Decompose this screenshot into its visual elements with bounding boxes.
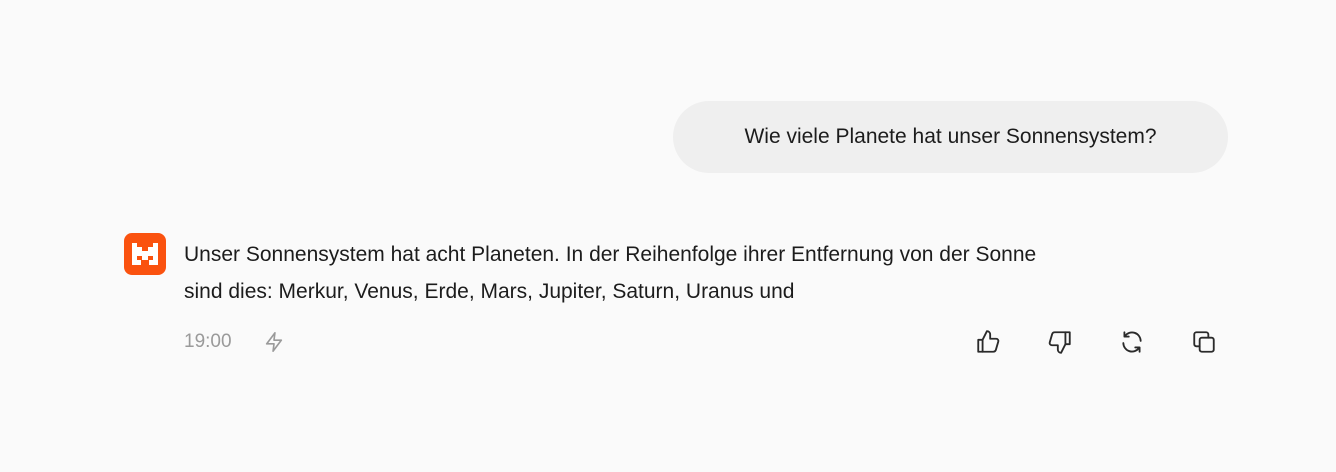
assistant-avatar [124,233,166,275]
chat-window: Wie viele Planete hat unser Sonnensystem… [0,0,1336,472]
assistant-message-line: Unser Sonnensystem hat acht Planeten. In… [184,243,1037,266]
mistral-logo-icon [132,243,158,265]
message-actions [972,326,1220,358]
thumbs-up-button[interactable] [972,326,1004,358]
refresh-icon [1122,331,1142,353]
thumbs-up-icon [977,330,1000,353]
thumbs-down-icon [1048,331,1071,354]
lightning-icon [258,326,290,358]
assistant-message-line: sind dies: Merkur, Venus, Erde, Mars, Ju… [184,280,795,303]
user-message-text: Wie viele Planete hat unser Sonnensystem… [744,125,1157,148]
copy-button[interactable] [1188,326,1220,358]
regenerate-button[interactable] [1116,326,1148,358]
thumbs-down-button[interactable] [1044,326,1076,358]
user-message-bubble: Wie viele Planete hat unser Sonnensystem… [673,101,1228,173]
message-timestamp: 19:00 [184,331,232,352]
assistant-message: Unser Sonnensystem hat acht Planeten. In… [184,236,1244,310]
message-meta: 19:00 [184,326,290,358]
copy-icon [1193,331,1215,353]
